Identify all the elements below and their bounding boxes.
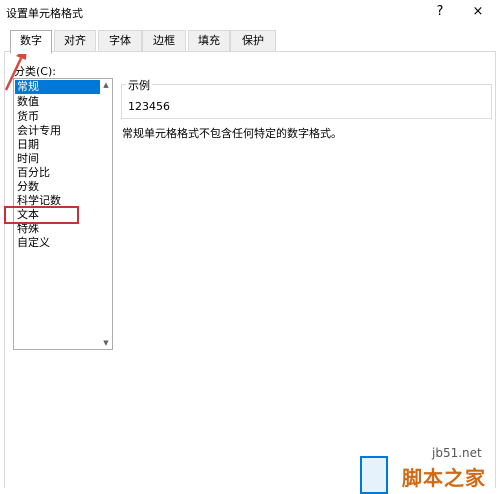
scroll-up-icon[interactable]: ▲	[100, 79, 112, 91]
tab-font[interactable]: 字体	[98, 30, 142, 51]
watermark-url: jb51.net	[432, 446, 482, 460]
list-item-custom[interactable]: 自定义	[15, 236, 101, 250]
tab-number[interactable]: 数字	[10, 30, 52, 54]
tab-fill[interactable]: 填充	[188, 30, 230, 51]
tab-strip: 数字 对齐 字体 边框 填充 保护	[4, 30, 496, 54]
title-bar: 设置单元格格式 ? ×	[0, 0, 500, 24]
window-title: 设置单元格格式	[6, 7, 83, 20]
sample-group	[121, 84, 492, 119]
highlight-box	[4, 206, 79, 224]
tab-border[interactable]: 边框	[142, 30, 186, 51]
help-icon[interactable]: ?	[430, 3, 450, 21]
sample-value: 123456	[128, 100, 170, 113]
list-item-special[interactable]: 特殊	[15, 222, 101, 236]
watermark-name: 脚本之家	[402, 466, 486, 490]
list-item-percentage[interactable]: 百分比	[15, 166, 101, 180]
tab-alignment[interactable]: 对齐	[54, 30, 96, 51]
list-item-fraction[interactable]: 分数	[15, 180, 101, 194]
list-item-currency[interactable]: 货币	[15, 110, 101, 124]
close-icon[interactable]: ×	[468, 3, 488, 21]
list-item-date[interactable]: 日期	[15, 138, 101, 152]
list-item-accounting[interactable]: 会计专用	[15, 124, 101, 138]
tab-protection[interactable]: 保护	[230, 30, 276, 51]
list-item-time[interactable]: 时间	[15, 152, 101, 166]
ok-button[interactable]	[360, 456, 388, 494]
format-description: 常规单元格格式不包含任何特定的数字格式。	[122, 127, 342, 140]
sample-label: 示例	[126, 77, 152, 93]
scroll-down-icon[interactable]: ▼	[100, 337, 112, 349]
list-scrollbar[interactable]: ▲ ▼	[100, 79, 112, 349]
watermark: jb51.net 脚本之家	[402, 440, 498, 490]
